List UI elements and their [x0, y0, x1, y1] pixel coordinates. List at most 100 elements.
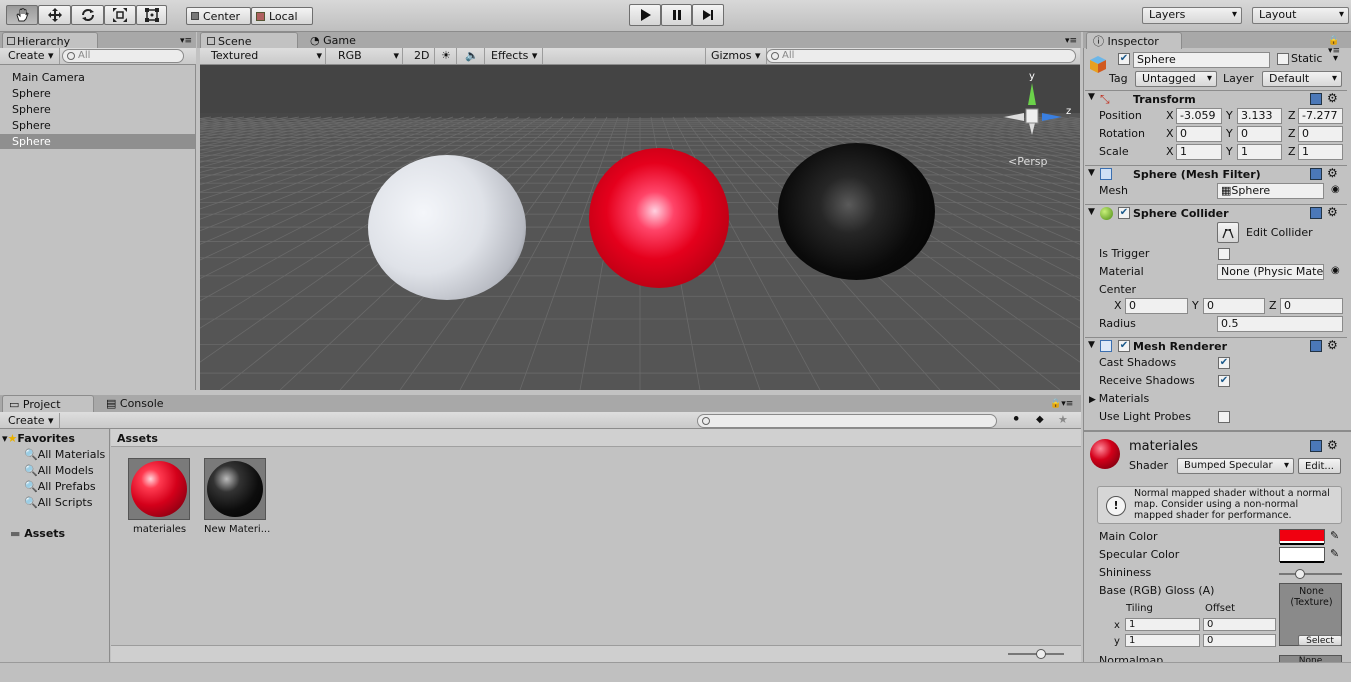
hierarchy-search-input[interactable]: All — [62, 49, 184, 63]
scale-y-field[interactable]: 1 — [1237, 144, 1282, 160]
panel-menu-icon[interactable]: ▾≡ — [1065, 36, 1077, 46]
hierarchy-item-sphere[interactable]: Sphere — [12, 119, 51, 132]
help-book-icon[interactable] — [1310, 168, 1322, 180]
position-z-field[interactable]: -7.277 — [1298, 108, 1343, 124]
effects-dropdown[interactable]: Effects ▾ — [486, 48, 544, 64]
offset-x-field[interactable]: 0 — [1203, 618, 1276, 631]
object-picker-icon[interactable]: ◉ — [1331, 265, 1340, 276]
scale-x-field[interactable]: 1 — [1176, 144, 1222, 160]
sphere-black[interactable] — [778, 143, 935, 280]
cast-shadows-checkbox[interactable]: ✔ — [1218, 357, 1230, 369]
scale-z-field[interactable]: 1 — [1298, 144, 1343, 160]
gear-icon[interactable]: ⚙ — [1327, 166, 1338, 180]
radius-field[interactable]: 0.5 — [1217, 316, 1343, 332]
receive-shadows-checkbox[interactable]: ✔ — [1218, 375, 1230, 387]
shader-edit-button[interactable]: Edit... — [1298, 458, 1341, 474]
lock-icon[interactable]: 🔒▾≡ — [1328, 36, 1351, 56]
help-book-icon[interactable] — [1310, 440, 1322, 452]
gameobject-name-input[interactable]: Sphere — [1133, 52, 1270, 68]
shading-mode-dropdown[interactable]: Textured ▾ — [206, 48, 326, 64]
static-checkbox[interactable] — [1277, 53, 1289, 65]
position-x-field[interactable]: -3.059 — [1176, 108, 1222, 124]
rotation-x-field[interactable]: 0 — [1176, 126, 1222, 142]
eyedropper-icon[interactable]: ✎ — [1330, 547, 1339, 560]
tag-dropdown[interactable]: Untagged — [1135, 71, 1217, 87]
asset-thumbnail[interactable] — [128, 458, 190, 520]
tab-inspector[interactable]: ⓘ Inspector — [1086, 32, 1182, 49]
rotation-z-field[interactable]: 0 — [1298, 126, 1343, 142]
mesh-renderer-enabled-checkbox[interactable]: ✔ — [1118, 340, 1130, 352]
rect-tool-button[interactable] — [136, 5, 167, 25]
texture-slot[interactable]: None (Texture) Select — [1279, 583, 1342, 646]
hierarchy-item-sphere-selected[interactable]: Sphere — [12, 135, 51, 148]
favorite-all-models[interactable]: 🔍All Models — [24, 464, 94, 477]
lock-icon[interactable]: 🔒▾≡ — [1050, 399, 1073, 409]
step-button[interactable] — [692, 4, 724, 26]
assets-folder[interactable]: ▬ Assets — [10, 527, 65, 540]
transform-header[interactable] — [1085, 90, 1347, 108]
hand-tool-button[interactable] — [6, 5, 38, 25]
asset-thumbnail[interactable] — [204, 458, 266, 520]
scale-tool-button[interactable] — [104, 5, 136, 25]
center-x-field[interactable]: 0 — [1125, 298, 1188, 314]
mesh-object-field[interactable]: ▦Sphere — [1217, 183, 1324, 199]
hierarchy-item-sphere[interactable]: Sphere — [12, 103, 51, 116]
gameobject-active-checkbox[interactable]: ✔ — [1118, 53, 1130, 65]
specular-color-swatch[interactable] — [1279, 547, 1325, 563]
sphere-collider-enabled-checkbox[interactable]: ✔ — [1118, 207, 1130, 219]
move-tool-button[interactable] — [38, 5, 71, 25]
filter-type-icon[interactable]: ⚫ — [1012, 414, 1020, 425]
scene-viewport[interactable]: y z <Persp — [200, 65, 1080, 390]
edit-collider-button[interactable] — [1217, 222, 1239, 243]
help-book-icon[interactable] — [1310, 207, 1322, 219]
hierarchy-item-main-camera[interactable]: Main Camera — [12, 71, 85, 84]
play-button[interactable] — [629, 4, 661, 26]
tab-game[interactable]: ◔ Game — [304, 32, 362, 49]
rotate-tool-button[interactable] — [71, 5, 104, 25]
use-light-probes-checkbox[interactable] — [1218, 411, 1230, 423]
normalmap-slot[interactable]: None — [1279, 655, 1342, 662]
foldout-arrow-icon[interactable]: ▼ — [1088, 168, 1095, 178]
sphere-white[interactable] — [368, 155, 526, 300]
eyedropper-icon[interactable]: ✎ — [1330, 529, 1339, 542]
favorites-header[interactable]: ▾★Favorites — [2, 432, 75, 445]
gizmos-dropdown[interactable]: Gizmos ▾ — [705, 48, 767, 64]
tiling-y-field[interactable]: 1 — [1125, 634, 1200, 647]
pivot-center-button[interactable]: Center — [186, 7, 251, 25]
foldout-arrow-icon[interactable]: ▼ — [1088, 340, 1095, 350]
pause-button[interactable] — [661, 4, 692, 26]
favorite-star-icon[interactable]: ★ — [1058, 413, 1068, 426]
scene-search-input[interactable]: All — [766, 49, 1076, 63]
tab-console[interactable]: ▤ Console — [100, 395, 170, 412]
position-y-field[interactable]: 3.133 — [1237, 108, 1282, 124]
center-y-field[interactable]: 0 — [1203, 298, 1265, 314]
foldout-arrow-icon[interactable]: ▼ — [1088, 207, 1095, 217]
tiling-x-field[interactable]: 1 — [1125, 618, 1200, 631]
favorite-all-prefabs[interactable]: 🔍All Prefabs — [24, 480, 96, 493]
pivot-local-button[interactable]: Local — [251, 7, 313, 25]
shininess-slider-thumb[interactable] — [1294, 569, 1305, 579]
object-picker-icon[interactable]: ◉ — [1331, 184, 1340, 195]
project-create-button[interactable]: Create ▾ — [3, 413, 60, 429]
tab-project[interactable]: ▭ Project — [2, 395, 94, 412]
offset-y-field[interactable]: 0 — [1203, 634, 1276, 647]
project-search-input[interactable] — [697, 414, 997, 428]
is-trigger-checkbox[interactable] — [1218, 248, 1230, 260]
gear-icon[interactable]: ⚙ — [1327, 91, 1338, 105]
foldout-arrow-icon[interactable]: ▼ — [1088, 92, 1095, 102]
shininess-slider-track[interactable] — [1279, 573, 1342, 575]
audio-toggle-button[interactable]: 🔈 — [460, 48, 485, 64]
favorite-all-scripts[interactable]: 🔍All Scripts — [24, 496, 92, 509]
layout-dropdown[interactable]: Layout — [1252, 7, 1349, 24]
hierarchy-create-button[interactable]: Create ▾ — [3, 48, 60, 64]
lighting-toggle-button[interactable]: ☀ — [436, 48, 457, 64]
2d-toggle-button[interactable]: 2D — [409, 48, 436, 64]
gear-icon[interactable]: ⚙ — [1327, 438, 1338, 452]
materials-foldout[interactable]: ▶ Materials — [1089, 392, 1149, 405]
panel-menu-icon[interactable]: ▾≡ — [180, 36, 192, 46]
tab-scene[interactable]: Scene — [200, 32, 298, 49]
sphere-red[interactable] — [589, 148, 729, 288]
asset-label[interactable]: New Materi... — [204, 524, 270, 535]
static-dropdown-icon[interactable]: ▾ — [1333, 53, 1338, 64]
asset-label[interactable]: materiales — [133, 524, 186, 535]
